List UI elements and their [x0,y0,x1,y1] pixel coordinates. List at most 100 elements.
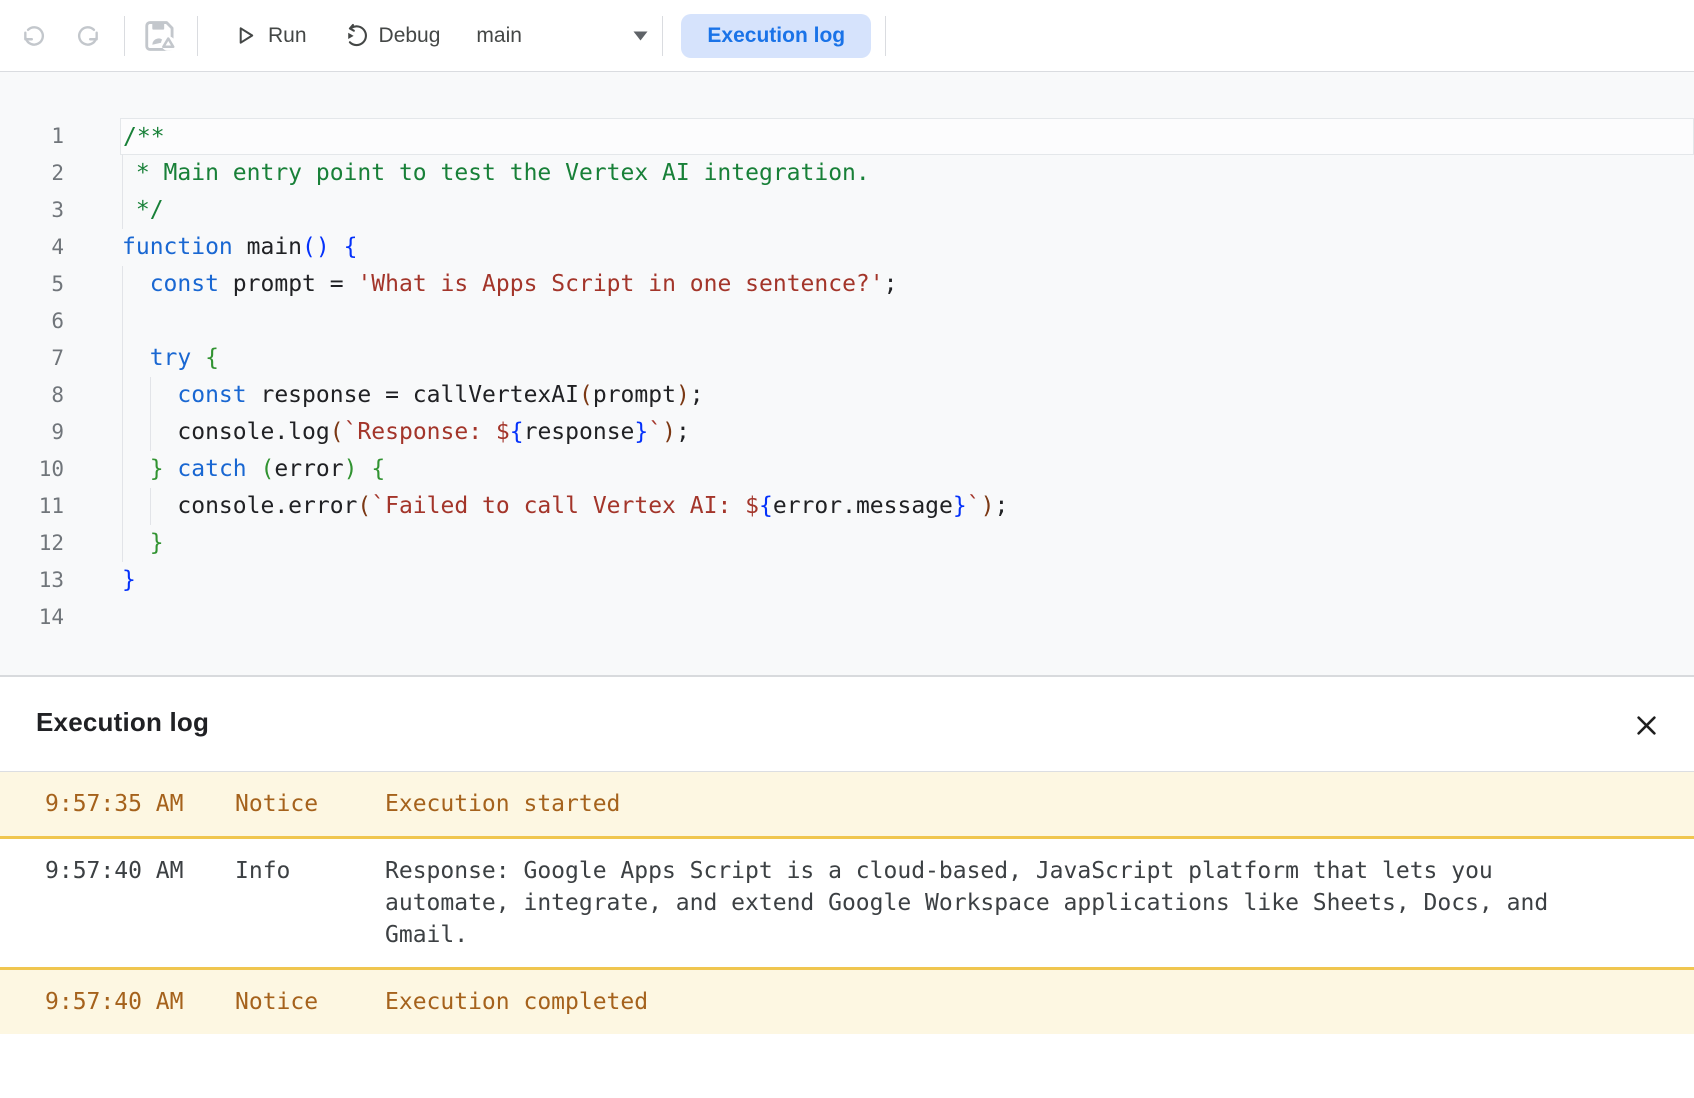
code-line[interactable]: 10 } catch (error) { [0,451,1694,488]
code-token-b1: } [634,419,648,445]
code-text[interactable] [120,599,1694,636]
code-line[interactable]: 7 try { [0,340,1694,377]
code-token-plain [122,382,177,408]
code-line[interactable]: 8 const response = callVertexAI(prompt); [0,377,1694,414]
log-message: Response: Google Apps Script is a cloud-… [385,855,1580,951]
code-token-keyword: function [122,234,233,260]
code-text[interactable]: function main() { [120,229,1694,266]
code-text[interactable]: console.log(`Response: ${response}`); [120,414,1694,451]
debug-icon [343,23,368,48]
log-message: Execution completed [385,986,1580,1018]
line-number[interactable]: 8 [0,377,64,414]
debug-label: Debug [379,24,441,48]
line-number[interactable]: 5 [0,266,64,303]
code-token-b1: } [122,567,136,593]
log-entry: 9:57:35 AMNoticeExecution started [0,772,1694,839]
redo-button[interactable] [66,14,110,58]
line-number[interactable]: 12 [0,525,64,562]
line-number[interactable]: 1 [0,118,64,155]
log-message: Execution started [385,788,1580,820]
code-text[interactable]: try { [120,340,1694,377]
code-token-b2: { [205,345,219,371]
code-token-string: 'What is Apps Script in one sentence?' [357,271,883,297]
code-line[interactable]: 13} [0,562,1694,599]
code-token-plain [122,345,150,371]
code-text[interactable]: console.error(`Failed to call Vertex AI:… [120,488,1694,525]
code-token-b3: ( [357,493,371,519]
code-text[interactable]: } [120,562,1694,599]
execution-log-button[interactable]: Execution log [681,14,871,58]
code-token-comment: */ [122,197,164,223]
code-line[interactable]: 6 [0,303,1694,340]
code-text[interactable] [120,303,1694,340]
code-token-b3: ) [676,382,690,408]
code-token-b2: ) [344,456,358,482]
log-time: 9:57:40 AM [45,855,235,951]
code-text[interactable]: */ [120,192,1694,229]
code-token-plain [330,234,344,260]
log-time: 9:57:35 AM [45,788,235,820]
log-level: Info [235,855,385,951]
code-token-plain [122,456,150,482]
code-line[interactable]: 4 function main() { [0,229,1694,266]
log-level: Notice [235,986,385,1018]
run-button[interactable]: Run [234,24,307,48]
code-line[interactable]: 9 console.log(`Response: ${response}`); [0,414,1694,451]
line-number[interactable]: 9 [0,414,64,451]
code-token-b3: ) [662,419,676,445]
run-label: Run [268,24,307,48]
code-token-keyword: const [177,382,246,408]
log-entry: 9:57:40 AMNoticeExecution completed [0,967,1694,1034]
function-selector[interactable]: main [476,24,648,48]
line-number[interactable]: 2 [0,155,64,192]
line-number[interactable]: 10 [0,451,64,488]
code-token-string: ` [967,493,981,519]
code-line[interactable]: 11 console.error(`Failed to call Vertex … [0,488,1694,525]
code-token-plain [191,345,205,371]
code-text[interactable]: const response = callVertexAI(prompt); [120,377,1694,414]
code-token-comment: /** [123,124,165,150]
code-token-plain: main [233,234,302,260]
code-line[interactable]: 12 } [0,525,1694,562]
line-number[interactable]: 7 [0,340,64,377]
line-number[interactable]: 13 [0,562,64,599]
close-icon [1633,712,1660,739]
code-token-b1: { [759,493,773,519]
code-token-b2: ( [261,456,275,482]
code-token-keyword: try [150,345,192,371]
code-text[interactable]: /** [120,118,1694,155]
code-line[interactable]: 5 const prompt = 'What is Apps Script in… [0,266,1694,303]
code-editor[interactable]: 1 /** 2 * Main entry point to test the Ver… [0,72,1694,677]
code-token-keyword: catch [177,456,246,482]
code-text[interactable]: * Main entry point to test the Vertex AI… [120,155,1694,192]
debug-button[interactable]: Debug [343,23,441,48]
line-number[interactable]: 6 [0,303,64,340]
code-token-plain: error [274,456,343,482]
line-number[interactable]: 14 [0,599,64,636]
log-level: Notice [235,788,385,820]
chevron-down-icon [633,31,648,41]
code-token-plain: console.error [122,493,357,519]
log-time: 9:57:40 AM [45,986,235,1018]
function-selector-value: main [476,24,522,48]
code-token-plain: console.log [122,419,330,445]
undo-button[interactable] [12,14,56,58]
close-button[interactable] [1628,707,1664,743]
code-text[interactable]: const prompt = 'What is Apps Script in o… [120,266,1694,303]
line-number[interactable]: 3 [0,192,64,229]
code-text[interactable]: } catch (error) { [120,451,1694,488]
code-line[interactable]: 1 /** [0,118,1694,155]
code-line[interactable]: 2 * Main entry point to test the Vertex … [0,155,1694,192]
code-token-plain [358,456,372,482]
line-number[interactable]: 4 [0,229,64,266]
save-button[interactable] [139,14,183,58]
code-token-plain [122,271,150,297]
code-token-plain: error.message [773,493,953,519]
play-icon [234,24,257,47]
toolbar-divider [197,16,198,56]
line-number[interactable]: 11 [0,488,64,525]
code-text[interactable]: } [120,525,1694,562]
code-line[interactable]: 3 */ [0,192,1694,229]
save-icon [142,17,180,55]
code-line[interactable]: 14 [0,599,1694,636]
